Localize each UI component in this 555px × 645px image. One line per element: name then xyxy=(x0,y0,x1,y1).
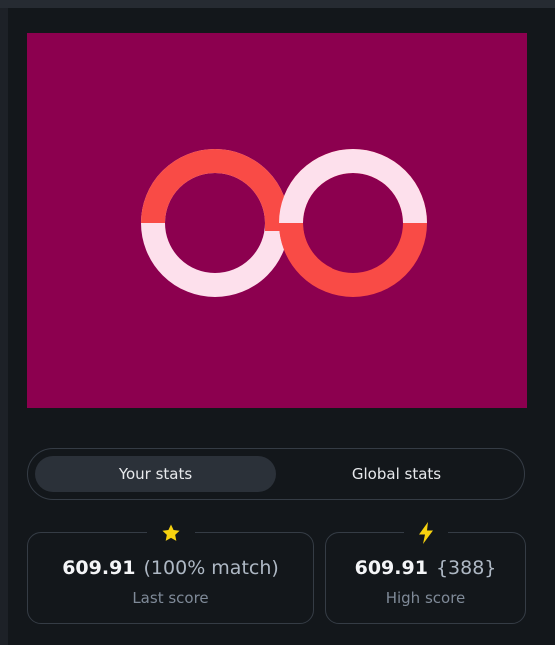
last-score-card: 609.91 (100% match) Last score xyxy=(27,521,314,624)
tab-your-stats[interactable]: Your stats xyxy=(35,456,276,492)
high-score-card: 609.91 {388} High score xyxy=(325,521,526,624)
infinity-rings-graphic xyxy=(141,149,427,297)
last-score-label: Last score xyxy=(132,589,209,607)
top-bar xyxy=(0,0,555,8)
tab-global-stats-label: Global stats xyxy=(351,465,442,483)
lightning-icon xyxy=(403,521,448,545)
tab-global-stats[interactable]: Global stats xyxy=(276,456,517,492)
high-score-label: High score xyxy=(385,589,466,607)
tab-your-stats-label: Your stats xyxy=(118,465,193,483)
star-icon xyxy=(146,521,195,545)
stats-toggle: Your stats Global stats xyxy=(27,448,525,500)
last-score-match: (100% match) xyxy=(143,557,279,579)
left-ring-coral-arc xyxy=(141,149,289,231)
high-score-rank: {388} xyxy=(435,557,497,579)
high-score-value: 609.91 xyxy=(354,557,428,579)
target-image xyxy=(27,33,527,408)
right-ring-pink-arc xyxy=(279,149,427,224)
last-score-value: 609.91 xyxy=(62,557,136,579)
